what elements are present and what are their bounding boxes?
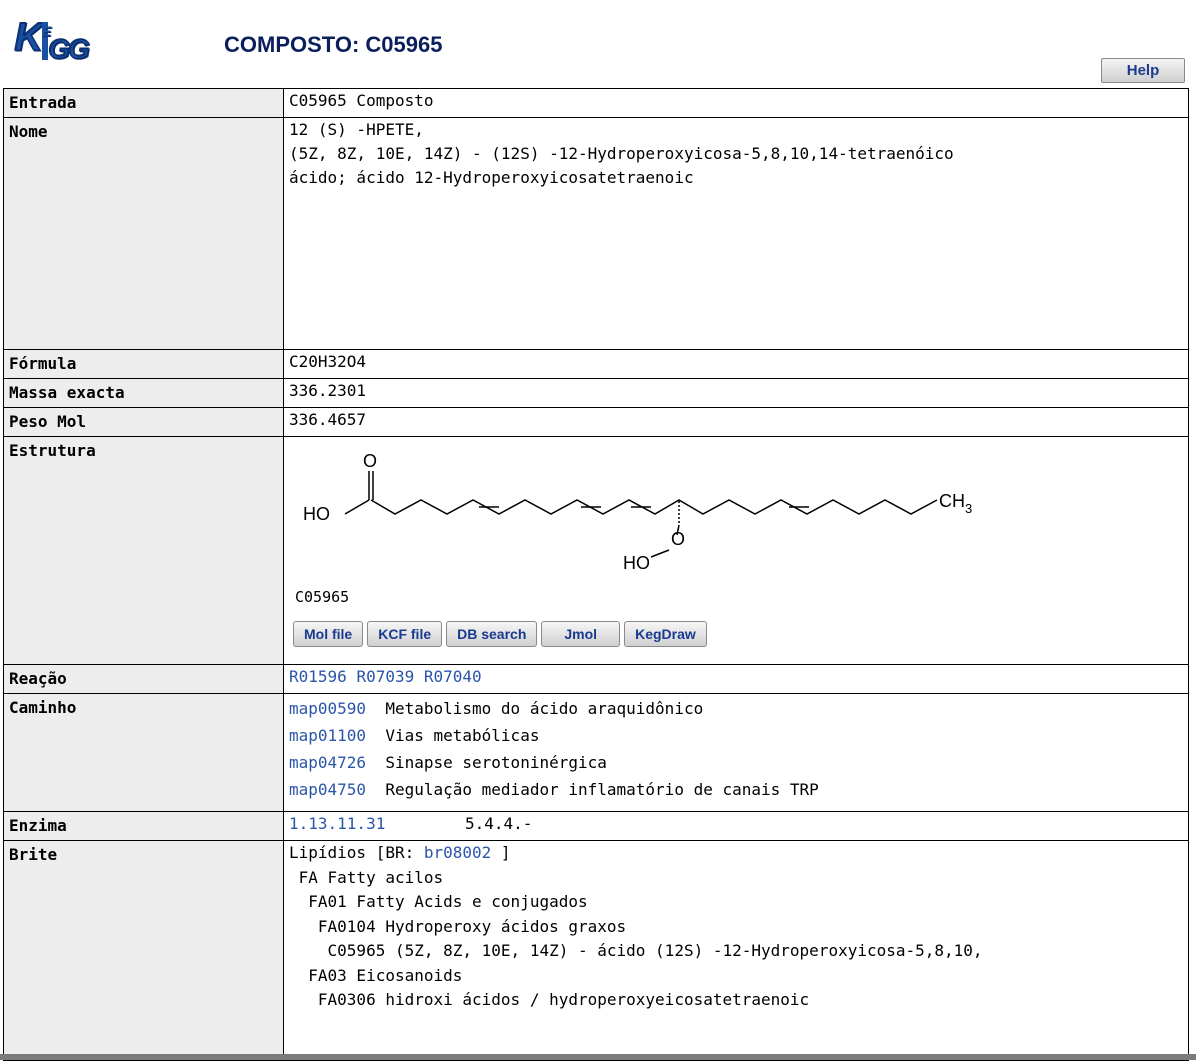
reaction-link[interactable]: R01596 <box>289 667 347 686</box>
name-line: ácido; ácido 12-Hydroperoxyicosatetraeno… <box>289 168 694 187</box>
db-search-button[interactable]: DB search <box>446 621 538 647</box>
brite-line: FA01 Fatty Acids e conjugados <box>289 892 588 911</box>
pathway-item: map00590 Metabolismo do ácido araquidôni… <box>289 695 1188 722</box>
row-structure: Estrutura HO O O HO CH 3 C05965 Mol file… <box>3 436 1189 665</box>
pathway-name: Vias metabólicas <box>385 726 540 745</box>
exact-mass-value: 336.2301 <box>283 378 1189 408</box>
atom-label-o2: O <box>671 529 685 549</box>
kcf-file-button[interactable]: KCF file <box>367 621 443 647</box>
reaction-link[interactable]: R07040 <box>424 667 482 686</box>
pathway-link[interactable]: map01100 <box>289 726 366 745</box>
structure-buttons: Mol file KCF file DB search Jmol KegDraw <box>293 621 1188 647</box>
jmol-button[interactable]: Jmol <box>541 621 621 647</box>
kegg-logo[interactable]: K GG E <box>12 14 108 65</box>
structure-caption: C05965 <box>295 588 350 606</box>
enzyme-link[interactable]: 1.13.11.31 <box>289 814 385 833</box>
pathway-value: map00590 Metabolismo do ácido araquidôni… <box>283 693 1189 812</box>
kegg-logo-icon: K GG E <box>14 15 92 65</box>
structure-diagram[interactable]: HO O O HO CH 3 <box>299 445 979 575</box>
pathway-link[interactable]: map00590 <box>289 699 366 718</box>
entry-value: C05965 Composto <box>283 88 1189 118</box>
row-formula: Fórmula C20H32O4 <box>3 349 1189 379</box>
atom-label-o: O <box>363 451 377 471</box>
pathway-item: map04750 Regulação mediador inflamatório… <box>289 776 1188 803</box>
brite-label: Brite <box>3 840 284 1061</box>
pathway-link[interactable]: map04726 <box>289 753 366 772</box>
row-entry: Entrada C05965 Composto <box>3 88 1189 118</box>
pathway-item: map04726 Sinapse serotoninérgica <box>289 749 1188 776</box>
entry-label: Entrada <box>3 88 284 118</box>
row-mol-weight: Peso Mol 336.4657 <box>3 407 1189 437</box>
name-value: 12 (S) -HPETE, (5Z, 8Z, 10E, 14Z) - (12S… <box>283 117 1189 350</box>
row-name: Nome 12 (S) -HPETE, (5Z, 8Z, 10E, 14Z) -… <box>3 117 1189 350</box>
reaction-value: R01596 R07039 R07040 <box>283 664 1189 694</box>
atom-label-ho2: HO <box>623 553 650 573</box>
atom-label-ho: HO <box>303 504 330 524</box>
reaction-label: Reação <box>3 664 284 694</box>
enzyme-value: 1.13.11.31 5.4.4.- <box>283 811 1189 841</box>
brite-line: FA0104 Hydroperoxy ácidos graxos <box>289 916 627 936</box>
brite-line: Lipídios [BR: br08002 ] <box>289 843 511 862</box>
mol-file-button[interactable]: Mol file <box>293 621 364 647</box>
brite-line: FA0306 hidroxi ácidos / hydroperoxyeicos… <box>289 990 810 1009</box>
header: K GG E COMPOSTO: C05965 Help <box>0 0 1196 88</box>
pathway-label: Caminho <box>3 693 284 812</box>
atom-label-ch3: CH <box>939 491 965 511</box>
pathway-item: map01100 Vias metabólicas <box>289 722 1188 749</box>
name-line: 12 (S) -HPETE, <box>289 120 424 139</box>
structure-value: HO O O HO CH 3 C05965 Mol file KCF file … <box>283 436 1189 665</box>
structure-label: Estrutura <box>3 436 284 665</box>
atom-label-ch3-sub: 3 <box>965 501 972 516</box>
formula-label: Fórmula <box>3 349 284 379</box>
name-line: (5Z, 8Z, 10E, 14Z) - (12S) -12-Hydropero… <box>289 144 954 163</box>
kegdraw-button[interactable]: KegDraw <box>624 621 707 647</box>
compound-entry-table: Entrada C05965 Composto Nome 12 (S) -HPE… <box>3 88 1189 1061</box>
pathway-link[interactable]: map04750 <box>289 780 366 799</box>
row-brite: Brite Lipídios [BR: br08002 ] FA Fatty a… <box>3 840 1189 1061</box>
brite-line: C05965 (5Z, 8Z, 10E, 14Z) - ácido (12S) … <box>289 941 983 960</box>
brite-value: Lipídios [BR: br08002 ] FA Fatty acilos … <box>283 840 1189 1061</box>
enzyme-label: Enzima <box>3 811 284 841</box>
row-reaction: Reação R01596 R07039 R07040 <box>3 664 1189 694</box>
help-button[interactable]: Help <box>1101 58 1185 83</box>
brite-link[interactable]: br08002 <box>424 843 491 862</box>
pathway-name: Regulação mediador inflamatório de canai… <box>385 780 819 799</box>
formula-value: C20H32O4 <box>283 349 1189 379</box>
mol-weight-label: Peso Mol <box>3 407 284 437</box>
row-exact-mass: Massa exacta 336.2301 <box>3 378 1189 408</box>
name-label: Nome <box>3 117 284 350</box>
exact-mass-label: Massa exacta <box>3 378 284 408</box>
brite-line: FA Fatty acilos <box>289 867 444 887</box>
pathway-name: Sinapse serotoninérgica <box>385 753 607 772</box>
mol-weight-value: 336.4657 <box>283 407 1189 437</box>
pathway-name: Metabolismo do ácido araquidônico <box>385 699 704 718</box>
row-pathway: Caminho map00590 Metabolismo do ácido ar… <box>3 693 1189 812</box>
brite-line: FA03 Eicosanoids <box>289 965 463 985</box>
enzyme-value-text: 5.4.4.- <box>464 814 533 833</box>
horizontal-scrollbar[interactable] <box>0 1054 1196 1060</box>
row-enzyme: Enzima 1.13.11.31 5.4.4.- <box>3 811 1189 841</box>
svg-text:GG: GG <box>48 33 89 64</box>
page-title: COMPOSTO: C05965 <box>224 32 443 57</box>
reaction-link[interactable]: R07039 <box>356 667 414 686</box>
